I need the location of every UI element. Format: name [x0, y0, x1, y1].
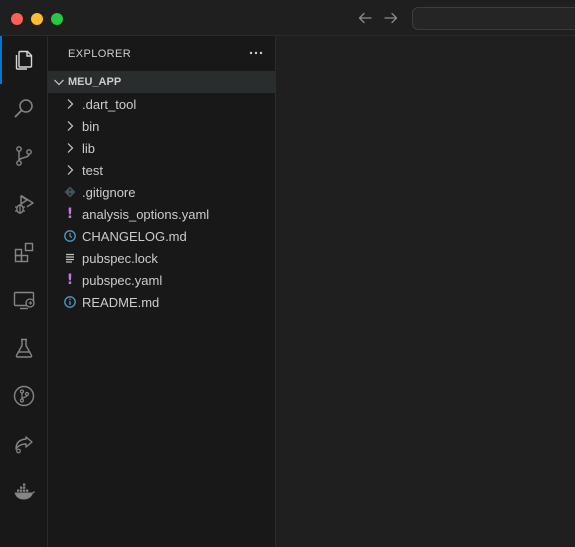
go-forward-button[interactable]: [382, 9, 400, 27]
command-center-search[interactable]: [412, 7, 575, 30]
workspace-folder-header[interactable]: MEU_APP: [48, 71, 276, 93]
explorer-sidebar: EXPLORER MEU_APP .dart_tool bin lib test…: [48, 36, 276, 547]
tree-item-label: test: [82, 163, 103, 178]
git-graph-icon: [13, 385, 35, 407]
search-icon: [14, 99, 33, 118]
file-tree: .dart_tool bin lib test .gitignore ! ana…: [48, 93, 276, 313]
tree-item-bin[interactable]: bin: [48, 115, 276, 137]
title-bar: [0, 0, 575, 36]
chevron-right-icon: [62, 162, 78, 178]
tree-item-dart-tool[interactable]: .dart_tool: [48, 93, 276, 115]
activity-remote-explorer[interactable]: [0, 276, 48, 324]
activity-git-graph[interactable]: [0, 372, 48, 420]
lock-file-icon: [62, 250, 78, 266]
yaml-file-icon: !: [66, 272, 74, 288]
tree-item-label: pubspec.lock: [82, 251, 158, 266]
live-share-icon: [15, 436, 33, 454]
chevron-right-icon: [62, 96, 78, 112]
activity-source-control[interactable]: [0, 132, 48, 180]
tree-item-label: .gitignore: [82, 185, 136, 200]
git-file-icon: [62, 184, 78, 200]
activity-live-share[interactable]: [0, 420, 48, 468]
explorer-icon: [15, 50, 33, 70]
chevron-right-icon: [62, 140, 78, 156]
run-debug-icon: [15, 194, 34, 214]
close-window-button[interactable]: [11, 13, 23, 25]
ellipsis-icon: [249, 51, 263, 55]
arrow-left-icon: [358, 12, 372, 24]
go-back-button[interactable]: [356, 9, 374, 27]
tree-item-label: lib: [82, 141, 96, 156]
tree-item-pubspec-lock[interactable]: pubspec.lock: [48, 247, 276, 269]
explorer-title: EXPLORER: [68, 48, 132, 60]
source-control-icon: [16, 146, 32, 166]
minimize-window-button[interactable]: [31, 13, 43, 25]
tree-item-changelog[interactable]: CHANGELOG.md: [48, 225, 276, 247]
tree-item-label: pubspec.yaml: [82, 273, 163, 288]
explorer-header: EXPLORER: [48, 36, 276, 71]
yaml-file-icon: !: [66, 206, 74, 222]
testing-icon: [15, 338, 33, 358]
workspace-folder-name: MEU_APP: [68, 76, 122, 88]
tree-item-readme[interactable]: README.md: [48, 291, 276, 313]
docker-icon: [14, 483, 35, 500]
chevron-down-icon: [51, 74, 67, 90]
activity-testing[interactable]: [0, 324, 48, 372]
vscode-window: EXPLORER MEU_APP .dart_tool bin lib test…: [0, 0, 575, 547]
tree-item-test[interactable]: test: [48, 159, 276, 181]
activity-extensions[interactable]: [0, 228, 48, 276]
tree-item-analysis-options[interactable]: ! analysis_options.yaml: [48, 203, 276, 225]
activity-bar: [0, 36, 48, 547]
info-file-icon: [62, 294, 78, 310]
more-actions-button[interactable]: [248, 45, 264, 61]
tree-item-label: CHANGELOG.md: [82, 229, 187, 244]
remote-explorer-icon: [13, 291, 35, 310]
tree-item-label: analysis_options.yaml: [82, 207, 210, 222]
maximize-window-button[interactable]: [51, 13, 63, 25]
tree-item-label: README.md: [82, 295, 160, 310]
extensions-icon: [14, 242, 34, 263]
activity-explorer[interactable]: [0, 36, 48, 84]
tree-item-lib[interactable]: lib: [48, 137, 276, 159]
tree-item-label: bin: [82, 119, 100, 134]
chevron-right-icon: [62, 118, 78, 134]
activity-search[interactable]: [0, 84, 48, 132]
tree-item-gitignore[interactable]: .gitignore: [48, 181, 276, 203]
changelog-file-icon: [62, 228, 78, 244]
tree-item-label: .dart_tool: [82, 97, 137, 112]
arrow-right-icon: [384, 12, 398, 24]
activity-run-debug[interactable]: [0, 180, 48, 228]
tree-item-pubspec-yaml[interactable]: ! pubspec.yaml: [48, 269, 276, 291]
editor-area[interactable]: [277, 36, 575, 547]
activity-docker[interactable]: [0, 468, 48, 516]
